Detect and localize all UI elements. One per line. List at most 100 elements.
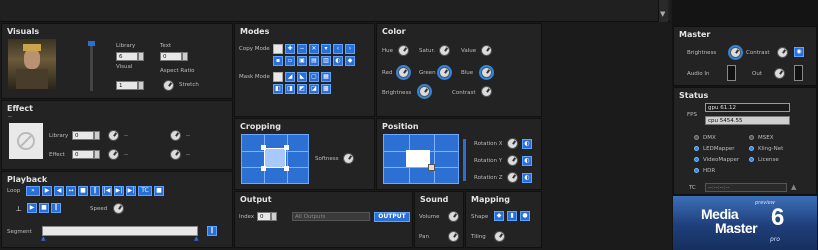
index-stepper[interactable] [271,212,277,221]
library-field[interactable]: 6 [116,52,138,61]
effect-effect-stepper[interactable] [94,150,100,159]
resize-handle-icon[interactable] [428,164,435,171]
copy-mode-4-button[interactable]: ✕ [309,44,319,54]
effect-library-field[interactable]: 0 [72,131,94,140]
mask-mode-4-button[interactable]: ▢ [309,72,319,82]
tiling-knob[interactable] [494,231,505,242]
color-brightness-knob[interactable] [419,86,430,97]
effect-effect-field[interactable]: 0 [72,150,94,159]
play-backward-button[interactable]: ◀ [54,186,64,196]
copy-mode-3-button[interactable]: − [297,44,307,54]
green-knob[interactable] [439,67,450,78]
visual-thumbnail[interactable] [8,39,56,89]
crop-handle-tl[interactable] [261,145,266,150]
scrollbar[interactable]: ▼ [658,0,668,22]
shape-lock-button[interactable]: ▮ [507,211,517,221]
segment-end-marker[interactable]: ▲ [194,235,199,242]
effect-param4-knob[interactable] [170,149,181,160]
copy-mode-9-button[interactable]: ▫ [285,56,295,66]
visual-stepper[interactable] [138,81,144,90]
index-field[interactable]: 0 [257,212,271,221]
copy-mode-2-button[interactable]: ✚ [285,44,295,54]
rotation-z-knob[interactable] [507,172,518,183]
segment-bar[interactable] [42,226,198,236]
tc-button[interactable]: TC [138,186,152,196]
output-button[interactable]: OUTPUT [374,212,410,222]
mask-mode-7-button[interactable]: ◨ [285,84,295,94]
copy-mode-10-button[interactable]: ▣ [297,56,307,66]
mask-mode-2-button[interactable]: ◢ [285,72,295,82]
to-end-button[interactable]: ▶| [126,186,136,196]
text-stepper[interactable] [182,52,188,61]
mask-mode-1-button[interactable] [273,72,283,82]
copy-mode-8-button[interactable]: ▪ [273,56,283,66]
red-knob[interactable] [398,67,409,78]
copy-mode-14-button[interactable]: ◆ [345,56,355,66]
rotation-x-button[interactable]: ◐ [522,139,532,149]
softness-knob[interactable] [343,153,354,164]
effect-param2-knob[interactable] [170,130,181,141]
copy-mode-11-button[interactable]: ▤ [309,56,319,66]
all-outputs-field[interactable]: All Outputs [292,212,370,221]
shape-diamond-button[interactable]: ◆ [494,211,504,221]
pan-knob[interactable] [448,231,459,242]
hue-knob[interactable] [398,45,409,56]
pause-button[interactable]: ‖ [90,186,100,196]
crop-rect[interactable] [264,148,286,168]
segment-pause-button[interactable]: ‖ [207,226,217,236]
effect-param1-knob[interactable] [108,130,119,141]
pause-button-2[interactable]: ‖ [51,203,61,213]
rotation-y-knob[interactable] [507,155,518,166]
play-button[interactable]: ▶ [27,203,37,213]
effect-param3-knob[interactable] [108,149,119,160]
position-area[interactable] [383,134,459,184]
mask-mode-6-button[interactable]: ◧ [273,84,283,94]
play-forward-button[interactable]: » [26,186,40,196]
segment-start-marker[interactable]: ▲ [41,235,46,242]
mask-mode-8-button[interactable]: ◩ [297,84,307,94]
rotation-x-knob[interactable] [507,138,518,149]
mask-mode-5-button[interactable]: ▦ [321,72,331,82]
stop-button-2[interactable]: ■ [39,203,49,213]
text-field[interactable]: 0 [160,52,182,61]
value-knob[interactable] [481,45,492,56]
shape-circle-button[interactable]: ● [520,211,530,221]
master-extra-button[interactable]: ◉ [794,47,804,57]
mask-mode-3-button[interactable]: ◣ [297,72,307,82]
stop-button[interactable]: ■ [78,186,88,196]
position-rect[interactable] [406,150,430,167]
master-brightness-knob[interactable] [730,47,741,58]
color-contrast-knob[interactable] [481,86,492,97]
scroll-down-icon[interactable]: ▼ [660,10,665,18]
copy-mode-7-button[interactable]: › [345,44,355,54]
visual-intensity-slider[interactable] [88,41,95,91]
crop-handle-br[interactable] [284,166,289,171]
master-contrast-knob[interactable] [777,47,788,58]
crop-handle-tr[interactable] [284,145,289,150]
copy-mode-6-button[interactable]: ‹ [333,44,343,54]
copy-mode-13-button[interactable]: ◐ [333,56,343,66]
volume-knob[interactable] [448,211,459,222]
rotation-z-button[interactable]: ◐ [522,173,532,183]
audio-out-knob[interactable] [774,68,785,79]
step-forward-button[interactable]: ▶| [114,186,124,196]
crop-area[interactable] [241,134,309,184]
saturation-knob[interactable] [439,45,450,56]
copy-mode-12-button[interactable]: ▥ [321,56,331,66]
mask-mode-9-button[interactable]: ◪ [309,84,319,94]
position-z-slider[interactable] [463,139,466,181]
copy-mode-1-button[interactable] [273,44,283,54]
library-stepper[interactable] [138,52,144,61]
play-forward-once-button[interactable]: ▶ [42,186,52,196]
rotation-y-button[interactable]: ◐ [522,156,532,166]
speed-knob[interactable] [113,203,124,214]
mask-mode-10-button[interactable]: ▩ [321,84,331,94]
step-back-button[interactable]: |◀ [102,186,112,196]
visual-field[interactable]: 1 [116,81,138,90]
effect-thumbnail[interactable] [9,123,43,159]
blue-knob[interactable] [481,67,492,78]
copy-mode-5-button[interactable]: ▾ [321,44,331,54]
crop-handle-bl[interactable] [261,166,266,171]
effect-library-stepper[interactable] [94,131,100,140]
random-button[interactable]: ■ [154,186,164,196]
